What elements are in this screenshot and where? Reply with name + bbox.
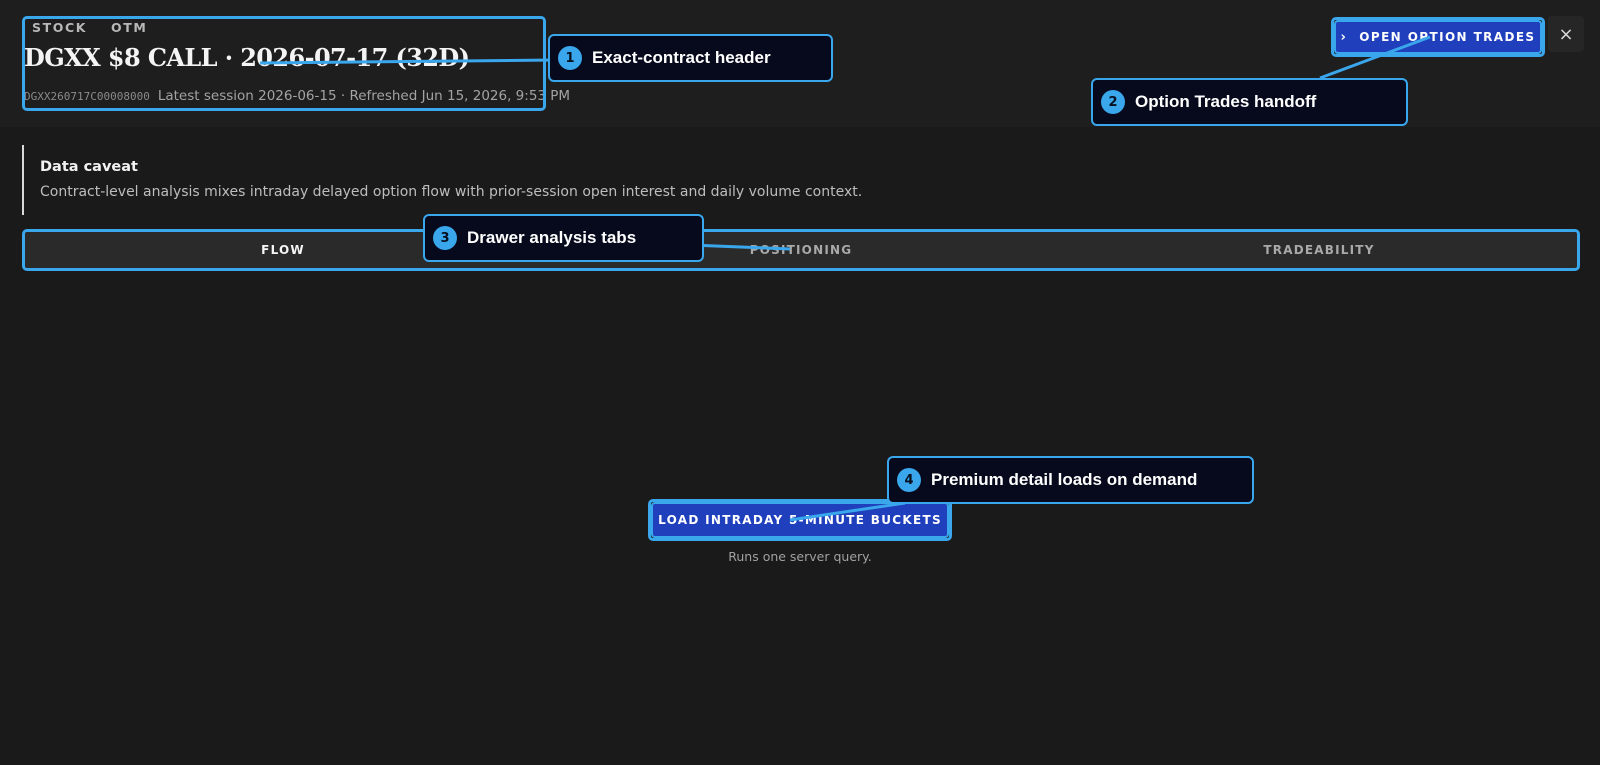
callout-4: 4 Premium detail loads on demand xyxy=(887,456,1254,504)
close-icon: × xyxy=(1558,23,1574,45)
occ-symbol: DGXX260717C00008000 xyxy=(24,90,150,103)
data-caveat: Data caveat Contract-level analysis mixe… xyxy=(22,145,924,215)
callout-4-text: Premium detail loads on demand xyxy=(931,470,1198,489)
open-option-trades-button[interactable]: › OPEN OPTION TRADES xyxy=(1334,20,1542,54)
caveat-text: Contract-level analysis mixes intraday d… xyxy=(40,184,863,200)
tab-positioning[interactable]: POSITIONING xyxy=(542,231,1060,269)
session-info: Latest session 2026-06-15 · Refreshed Ju… xyxy=(157,88,571,104)
contract-meta: DGXX260717C00008000 Latest session 2026-0… xyxy=(24,88,570,104)
tab-tradeability[interactable]: TRADEABILITY xyxy=(1060,231,1578,269)
contract-title: DGXX $8 CALL · 2026-07-17 (32D) xyxy=(24,43,470,72)
load-intraday-buckets-button[interactable]: LOAD INTRADAY 5-MINUTE BUCKETS xyxy=(651,502,949,538)
tag-moneyness: OTM xyxy=(111,20,148,35)
contract-drawer: STOCK OTM DGXX $8 CALL · 2026-07-17 (32D… xyxy=(0,0,1600,765)
open-option-trades-label: OPEN OPTION TRADES xyxy=(1359,30,1536,44)
load-hint: Runs one server query. xyxy=(728,549,872,564)
contract-tags: STOCK OTM xyxy=(32,20,147,35)
drawer-header: STOCK OTM DGXX $8 CALL · 2026-07-17 (32D… xyxy=(0,0,1600,127)
caveat-title: Data caveat xyxy=(40,159,138,175)
callout-4-badge: 4 xyxy=(897,468,921,492)
analysis-tabs: FLOW POSITIONING TRADEABILITY xyxy=(24,231,1578,269)
chevron-right-icon: › xyxy=(1340,29,1348,45)
close-button[interactable]: × xyxy=(1548,16,1584,52)
tag-underlying-type: STOCK xyxy=(32,20,88,35)
tab-flow[interactable]: FLOW xyxy=(24,231,542,269)
